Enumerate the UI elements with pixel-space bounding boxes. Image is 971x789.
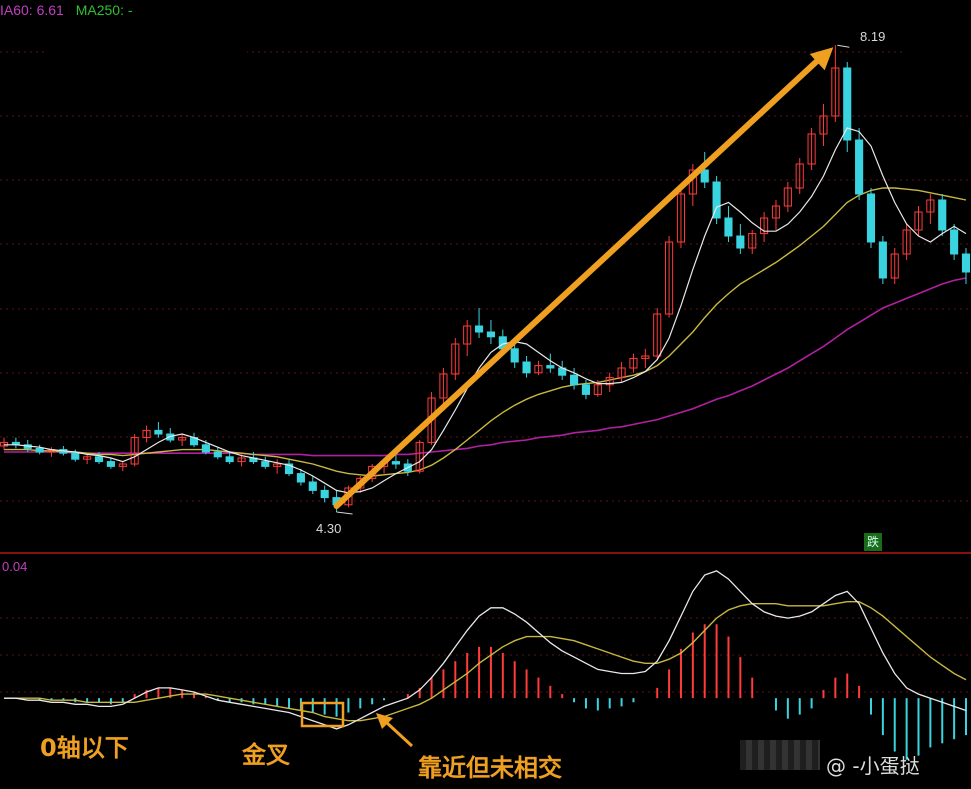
trend-arrow-line [333, 52, 827, 509]
candle-body [320, 489, 329, 499]
candle-body [961, 253, 971, 273]
candle-body [261, 461, 270, 467]
annotation-below-zero: 0轴以下 [40, 734, 129, 762]
candle-body [213, 451, 222, 458]
candle-body [724, 217, 733, 237]
price-high-label: 8.19 [860, 29, 886, 44]
ma-mid-line [4, 187, 967, 477]
candle-body [154, 429, 163, 435]
candle-body [201, 444, 210, 453]
annotation-near-not-cross: 靠近但未相交 [418, 754, 562, 782]
candle-body [950, 229, 959, 255]
candle-body [35, 447, 44, 453]
ma60-legend: IA60: 6.61 [0, 2, 64, 18]
candle-body [391, 461, 400, 465]
macd-dea-line [4, 601, 967, 722]
candle-body [510, 348, 519, 363]
price-low-label: 4.30 [316, 521, 342, 536]
candle-body [308, 481, 317, 491]
near-cross-arrow-line [384, 720, 414, 748]
candle-body [546, 365, 555, 369]
macd-scale-label: 0.04 [2, 559, 28, 574]
candle-body [474, 325, 484, 333]
candle-body [938, 199, 947, 231]
candle-body [581, 384, 591, 395]
candle-body [878, 241, 887, 279]
blurred-logo [740, 740, 820, 770]
candle-body [866, 193, 876, 243]
candle-body [570, 374, 579, 386]
candle-body [522, 361, 531, 374]
redaction-box [904, 20, 971, 68]
candle-body [736, 235, 745, 249]
watermark-text: @ -小蛋挞 [826, 754, 920, 778]
candle-body [94, 456, 104, 463]
annotation-golden-cross: 金叉 [242, 741, 290, 769]
candle-body [71, 452, 80, 460]
macd-dif-line [4, 570, 967, 730]
candle-body [225, 456, 234, 463]
redaction-box [48, 36, 247, 87]
low-marker [336, 511, 353, 515]
candle-body [486, 331, 496, 338]
candle-body [855, 139, 864, 195]
high-marker [837, 44, 850, 48]
chart-legend: IA60: 6.61 MA250: - [0, 2, 141, 18]
candle-body [700, 169, 709, 183]
ma250-legend: MA250: - [75, 2, 133, 18]
die-badge: 跌 [864, 533, 882, 551]
candle-body [296, 473, 305, 483]
candle-body [106, 461, 115, 467]
stock-chart [0, 44, 971, 760]
